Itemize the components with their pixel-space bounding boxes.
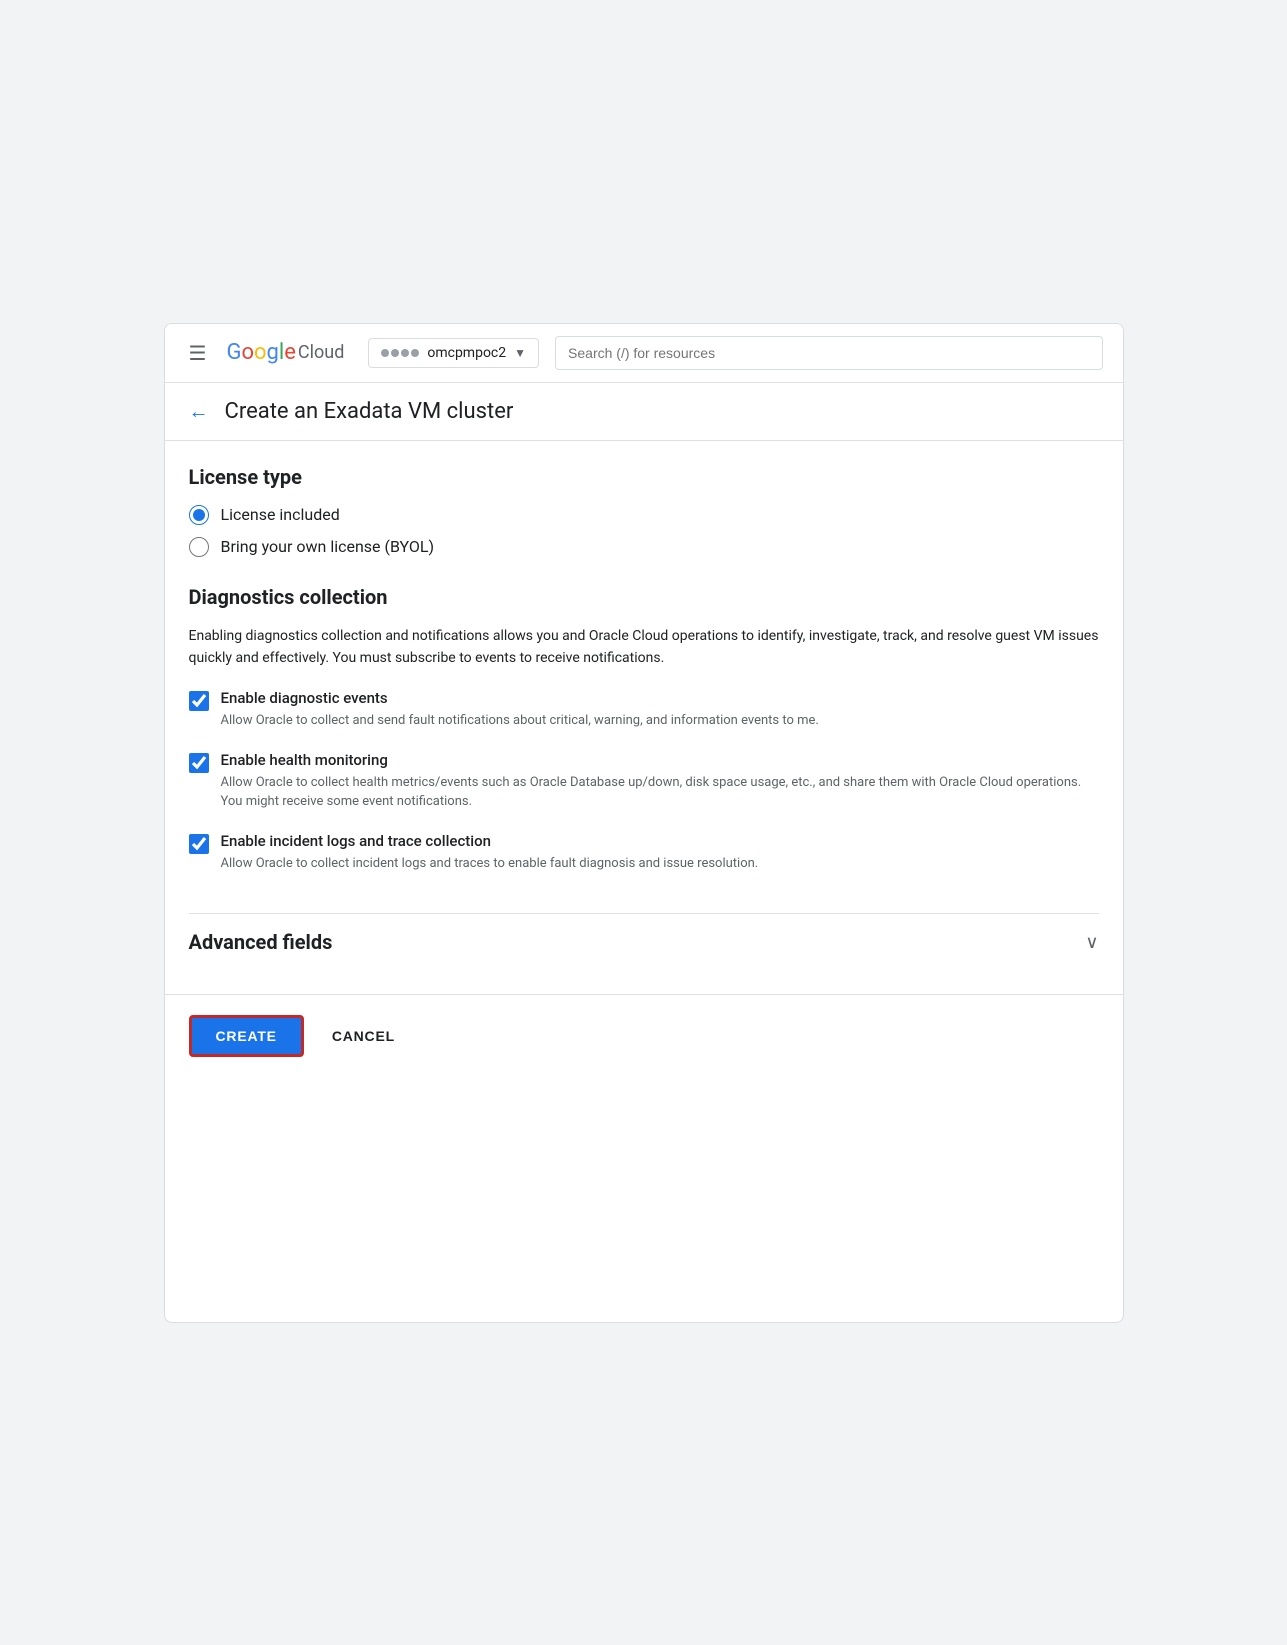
license-type-section: License type License included Bring your… [189, 465, 1099, 557]
license-type-title: License type [189, 465, 1099, 489]
google-logo: Google Cloud [226, 340, 344, 365]
cancel-button[interactable]: CANCEL [324, 1018, 403, 1054]
page-wrapper: ☰ Google Cloud omcpmpoc2 ▼ ← Create an E… [164, 323, 1124, 1323]
health-monitoring-content: Enable health monitoring Allow Oracle to… [221, 751, 1099, 812]
incident-logs-content: Enable incident logs and trace collectio… [221, 832, 1099, 874]
license-included-option[interactable]: License included [189, 505, 1099, 525]
health-monitoring-checkbox[interactable] [189, 753, 209, 773]
back-button[interactable]: ← [189, 399, 209, 424]
incident-logs-checkbox[interactable] [189, 834, 209, 854]
main-content: License type License included Bring your… [165, 441, 1123, 995]
health-monitoring-label: Enable health monitoring [221, 751, 1099, 769]
cloud-text: Cloud [298, 342, 344, 363]
dropdown-arrow-icon: ▼ [514, 346, 526, 360]
advanced-fields-title: Advanced fields [189, 930, 333, 954]
top-nav: ☰ Google Cloud omcpmpoc2 ▼ [165, 324, 1123, 383]
project-dots-icon [381, 349, 419, 357]
project-selector[interactable]: omcpmpoc2 ▼ [368, 338, 539, 368]
incident-logs-description: Allow Oracle to collect incident logs an… [221, 854, 1099, 874]
license-included-label: License included [221, 505, 340, 524]
diagnostic-events-checkbox[interactable] [189, 691, 209, 711]
footer: CREATE CANCEL [165, 994, 1123, 1077]
health-monitoring-item: Enable health monitoring Allow Oracle to… [189, 751, 1099, 812]
diagnostic-events-content: Enable diagnostic events Allow Oracle to… [221, 689, 1099, 731]
license-radio-group: License included Bring your own license … [189, 505, 1099, 557]
incident-logs-label: Enable incident logs and trace collectio… [221, 832, 1099, 850]
search-input[interactable] [555, 336, 1102, 370]
byol-option[interactable]: Bring your own license (BYOL) [189, 537, 1099, 557]
diagnostic-events-item: Enable diagnostic events Allow Oracle to… [189, 689, 1099, 731]
byol-label: Bring your own license (BYOL) [221, 537, 435, 556]
project-name: omcpmpoc2 [427, 345, 506, 361]
hamburger-icon[interactable]: ☰ [185, 337, 211, 369]
diagnostic-events-label: Enable diagnostic events [221, 689, 1099, 707]
chevron-down-icon: ∨ [1085, 932, 1098, 953]
page-title: Create an Exadata VM cluster [225, 399, 514, 424]
diagnostics-description: Enabling diagnostics collection and noti… [189, 625, 1099, 670]
diagnostics-section: Diagnostics collection Enabling diagnost… [189, 585, 1099, 874]
license-included-radio[interactable] [189, 505, 209, 525]
health-monitoring-description: Allow Oracle to collect health metrics/e… [221, 773, 1099, 812]
checkbox-group: Enable diagnostic events Allow Oracle to… [189, 689, 1099, 873]
byol-radio[interactable] [189, 537, 209, 557]
page-header: ← Create an Exadata VM cluster [165, 383, 1123, 441]
diagnostic-events-description: Allow Oracle to collect and send fault n… [221, 711, 1099, 731]
diagnostics-title: Diagnostics collection [189, 585, 1099, 609]
advanced-fields-section[interactable]: Advanced fields ∨ [189, 913, 1099, 970]
create-button[interactable]: CREATE [189, 1015, 304, 1057]
incident-logs-item: Enable incident logs and trace collectio… [189, 832, 1099, 874]
